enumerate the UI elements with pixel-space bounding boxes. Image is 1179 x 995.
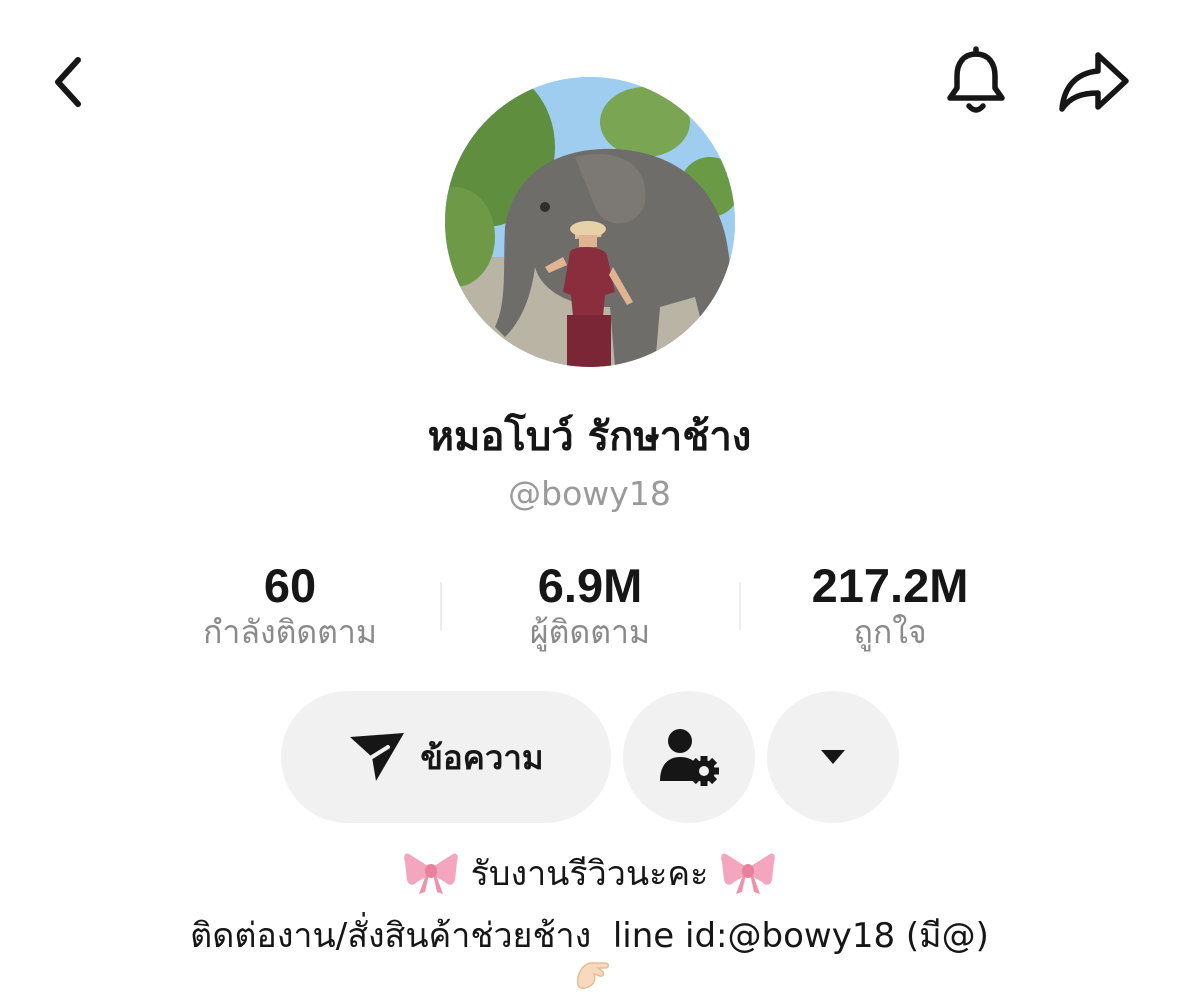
following-count: 60 [263,559,317,612]
followers-label: ผู้ติดตาม [529,613,651,651]
likes-label: ถูกใจ [853,613,927,651]
followers-count: 6.9M [537,559,643,612]
person-settings-icon [660,729,719,786]
caret-down-icon [821,750,845,764]
bio-line-1: รับงานรีวิวนะคะ [0,846,1179,900]
followers-stat[interactable]: 6.9M ผู้ติดตาม [440,558,740,654]
bio-line-1-text: รับงานรีวิวนะคะ [470,854,709,894]
message-label: ข้อความ [420,737,544,777]
share-icon [1059,52,1129,112]
notifications-button[interactable] [936,42,1016,122]
send-icon [350,733,405,781]
bio-line-2: ติดต่องาน/สั่งสินค้าช่วยช้าง line id:@bo… [190,916,989,956]
avatar-photo [445,77,735,367]
hand-icon [576,962,609,990]
ribbon-icon [721,853,776,894]
message-button[interactable]: ข้อความ [281,691,611,823]
display-name: หมอโบว์ รักษาช้าง [427,414,752,460]
share-button[interactable] [1052,42,1136,122]
likes-stat[interactable]: 217.2M ถูกใจ [740,558,1040,654]
back-button[interactable] [36,46,100,118]
following-label: กำลังติดตาม [203,613,377,651]
chevron-left-icon [55,57,81,107]
avatar[interactable] [445,77,735,367]
person-settings-button[interactable] [623,691,755,823]
more-options-button[interactable] [767,691,899,823]
ribbon-icon [403,853,458,894]
likes-count: 217.2M [811,559,969,612]
bell-icon [947,46,1005,113]
following-stat[interactable]: 60 กำลังติดตาม [140,558,440,654]
username: @bowy18 [508,474,671,513]
